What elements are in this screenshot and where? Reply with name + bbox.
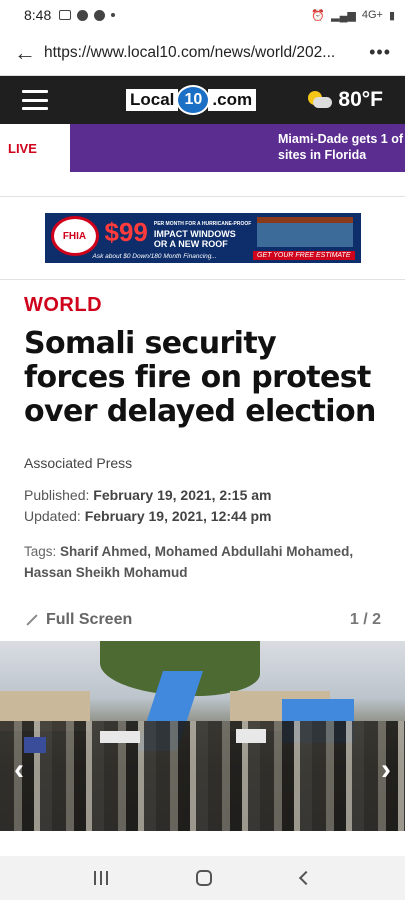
facebook-notification-icon bbox=[94, 9, 106, 21]
site-header: Local 10 .com 80°F bbox=[0, 76, 405, 124]
logo-text-right: .com bbox=[208, 89, 257, 111]
site-logo[interactable]: Local 10 .com bbox=[126, 85, 257, 115]
browser-menu-icon[interactable]: ••• bbox=[369, 42, 391, 63]
ad-financing-note: Ask about $0 Down/180 Month Financing... bbox=[92, 253, 217, 260]
ad-copy-line-3: OR A NEW ROOF bbox=[153, 239, 228, 249]
ad-copy-line-2: IMPACT WINDOWS bbox=[153, 229, 236, 239]
section-label[interactable]: WORLD bbox=[24, 294, 381, 317]
ad-copy-line-1: PER MONTH FOR A HURRICANE-PROOF bbox=[153, 221, 252, 227]
messenger-notification-icon bbox=[77, 9, 89, 21]
updated-line: Updated: February 19, 2021, 12:44 pm bbox=[24, 506, 381, 527]
back-arrow-icon[interactable]: ← bbox=[14, 40, 44, 66]
partly-cloudy-icon bbox=[306, 91, 333, 109]
home-icon[interactable] bbox=[196, 870, 213, 886]
updated-label: Updated: bbox=[24, 508, 81, 524]
hamburger-menu-icon[interactable] bbox=[22, 90, 48, 110]
status-bar: 8:48 ⏰ ▂▄▆ 4G+ ▮ bbox=[0, 0, 405, 30]
ticker-line-2: sites in Florida bbox=[278, 148, 367, 162]
recent-apps-icon[interactable] bbox=[94, 871, 109, 885]
ad-container: FHIA $99 PER MONTH FOR A HURRICANE-PROOF… bbox=[0, 196, 405, 280]
article-headline: Somali security forces fire on protest o… bbox=[24, 326, 376, 429]
more-notifications-icon bbox=[111, 13, 116, 17]
full-screen-button[interactable]: Full Screen bbox=[46, 611, 132, 629]
live-label: LIVE bbox=[8, 140, 37, 156]
browser-url-bar: ← https://www.local10.com/news/world/202… bbox=[0, 30, 405, 76]
article-dates: Published: February 19, 2021, 2:15 am Up… bbox=[24, 485, 381, 527]
gallery-notification-icon bbox=[59, 10, 72, 20]
alarm-icon: ⏰ bbox=[311, 9, 326, 22]
ad-cta: GET YOUR FREE ESTIMATE bbox=[253, 251, 355, 260]
tags-list[interactable]: Sharif Ahmed, Mohamed Abdullahi Mohamed,… bbox=[24, 544, 353, 580]
article-byline: Associated Press bbox=[24, 455, 133, 471]
weather-widget[interactable]: 80°F bbox=[306, 88, 383, 112]
ad-brand-logo: FHIA bbox=[50, 216, 99, 256]
photo-sign-3 bbox=[236, 729, 266, 743]
live-ticker[interactable]: LIVE Miami-Dade gets 1 of sites in Flori… bbox=[0, 124, 405, 172]
ad-house-image bbox=[256, 217, 353, 247]
url-field[interactable]: https://www.local10.com/news/world/202..… bbox=[44, 44, 369, 62]
photo-sign-2 bbox=[100, 731, 140, 743]
ticker-text[interactable]: Miami-Dade gets 1 of sites in Florida bbox=[70, 124, 405, 172]
updated-date: February 19, 2021, 12:44 pm bbox=[84, 508, 272, 524]
expand-icon[interactable] bbox=[24, 613, 38, 627]
battery-icon: ▮ bbox=[388, 9, 395, 22]
system-icons: ⏰ ▂▄▆ 4G+ ▮ bbox=[311, 9, 395, 22]
signal-icon: ▂▄▆ bbox=[331, 9, 356, 22]
photo-crowd bbox=[0, 721, 405, 831]
logo-text-left: Local bbox=[126, 89, 179, 111]
article-tags: Tags: Sharif Ahmed, Mohamed Abdullahi Mo… bbox=[24, 541, 381, 583]
temperature: 80°F bbox=[338, 88, 383, 111]
ticker-line-1: Miami-Dade gets 1 of bbox=[278, 132, 404, 146]
published-label: Published: bbox=[24, 487, 90, 503]
notification-icons bbox=[59, 9, 116, 21]
status-time: 8:48 bbox=[24, 7, 52, 23]
advertisement-banner[interactable]: FHIA $99 PER MONTH FOR A HURRICANE-PROOF… bbox=[44, 213, 361, 263]
gallery-counter: 1 / 2 bbox=[349, 611, 381, 628]
gallery-next-arrow-icon[interactable]: › bbox=[381, 753, 391, 787]
android-nav-bar bbox=[0, 856, 405, 900]
published-date: February 19, 2021, 2:15 am bbox=[93, 487, 272, 503]
tags-label: Tags: bbox=[24, 544, 57, 559]
gallery-toolbar: Full Screen 1 / 2 bbox=[24, 611, 381, 629]
photo-sign-1 bbox=[24, 737, 46, 753]
gallery-prev-arrow-icon[interactable]: ‹ bbox=[14, 753, 24, 787]
published-line: Published: February 19, 2021, 2:15 am bbox=[24, 485, 381, 506]
logo-badge: 10 bbox=[176, 85, 211, 115]
system-back-icon[interactable] bbox=[298, 870, 313, 886]
network-type: 4G+ bbox=[361, 9, 383, 21]
article: WORLD Somali security forces fire on pro… bbox=[0, 280, 405, 629]
gallery-photo[interactable]: ‹ › bbox=[0, 641, 405, 831]
